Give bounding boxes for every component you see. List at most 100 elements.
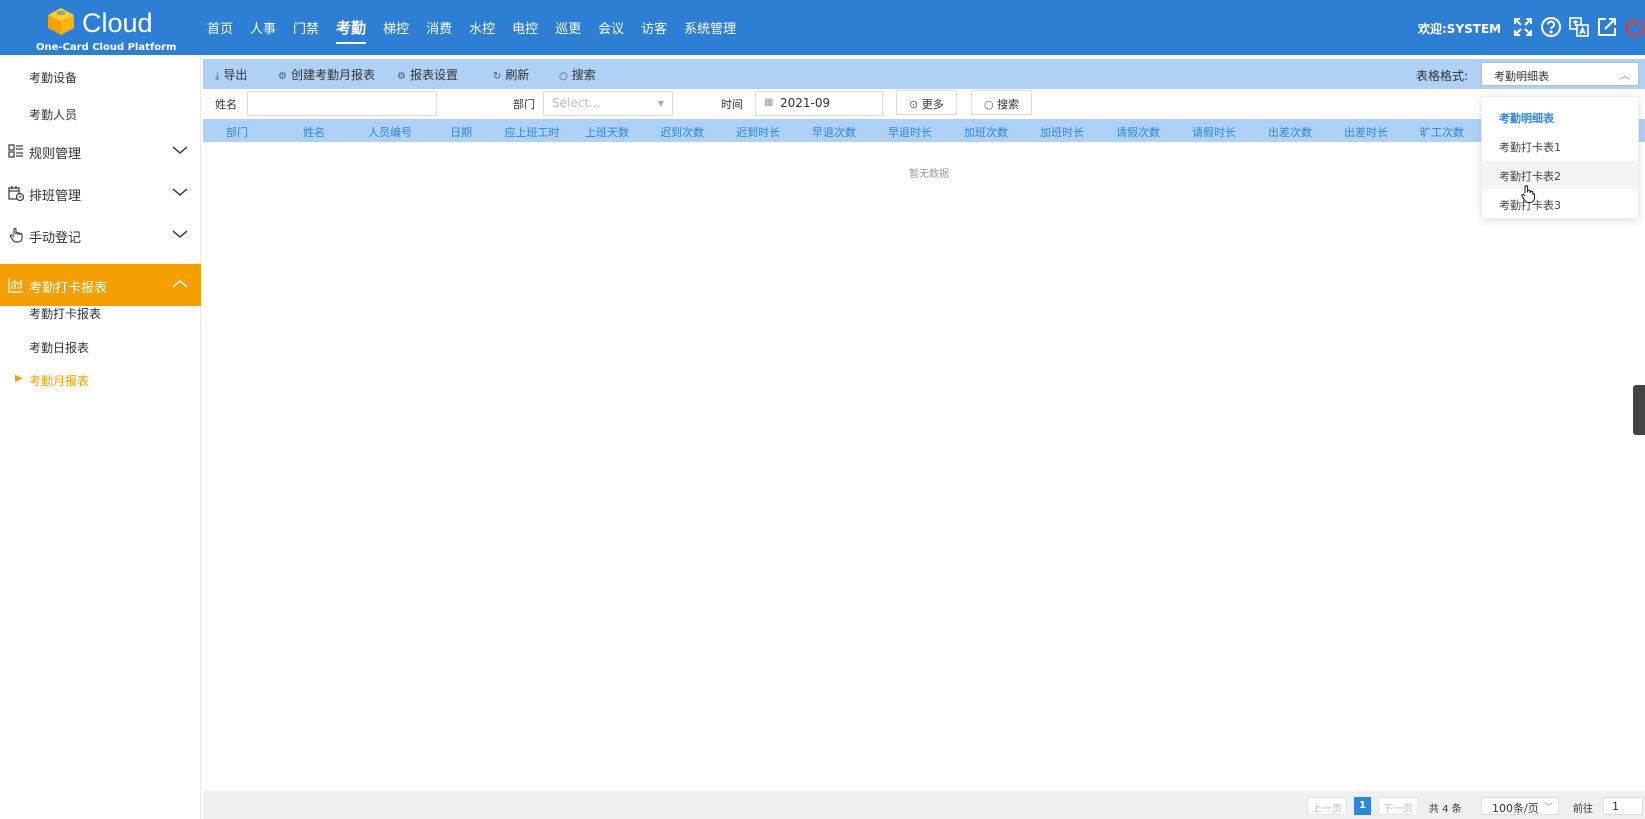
dept-label: 部门	[513, 98, 535, 111]
column-header[interactable]: 姓名	[303, 124, 325, 140]
nav-water[interactable]: 水控	[469, 18, 495, 37]
column-header[interactable]: 上班天数	[585, 124, 629, 140]
goto-page-input[interactable]: 1	[1603, 797, 1643, 815]
table-header: 部门 姓名 人员编号 日期 应上班工时 上班天数 迟到次数 迟到时长 早退次数 …	[203, 119, 1645, 142]
refresh-label: 刷新	[505, 68, 530, 82]
nav-consumption[interactable]: 消费	[426, 18, 452, 37]
filter-bar: 姓名 部门 Select... ▼ 时间 ▦ 2021-09 ⊙ 更多 ○ 搜索	[203, 89, 1645, 119]
fullscreen-icon[interactable]	[1512, 16, 1534, 38]
sidebar-group-rules[interactable]: 规则管理	[0, 130, 201, 172]
sidebar-group-schedule[interactable]: 排班管理	[0, 172, 201, 214]
side-drawer-handle[interactable]	[1633, 385, 1645, 435]
column-header[interactable]: 日期	[450, 124, 472, 140]
column-header[interactable]: 迟到时长	[736, 124, 780, 140]
sidebar-item-punch-report[interactable]: 考勤打卡报表	[29, 305, 101, 322]
column-header[interactable]: 旷工次数	[1420, 124, 1464, 140]
toolbar: ⤓ 导出 ⚙ 创建考勤月报表 ⚙ 报表设置 ↻ 刷新 ○ 搜索 表格格式: 考勤明细表 ︿	[203, 59, 1645, 89]
name-input[interactable]	[247, 91, 437, 116]
column-header[interactable]: 请假时长	[1192, 124, 1236, 140]
chart-icon	[8, 278, 23, 293]
column-header[interactable]: 请假次数	[1116, 124, 1160, 140]
sidebar-group-manual-register[interactable]: 手动登记	[0, 214, 201, 256]
sidebar-item-attendance-device[interactable]: 考勤设备	[29, 69, 77, 86]
format-option[interactable]: 考勤打卡表1	[1482, 132, 1638, 160]
current-marker-icon: ▶	[15, 373, 23, 384]
column-header[interactable]: 加班时长	[1040, 124, 1084, 140]
brand-logo[interactable]: Cloud One-Card Cloud Platform	[36, 4, 176, 53]
column-header[interactable]: 迟到次数	[660, 124, 704, 140]
column-header[interactable]: 人员编号	[368, 124, 412, 140]
refresh-icon: ↻	[493, 71, 502, 82]
search-icon: ○	[559, 71, 568, 82]
chevron-down-icon	[172, 230, 188, 238]
prev-page-button[interactable]: 上一页	[1307, 797, 1347, 815]
format-option[interactable]: 考勤打卡表3	[1482, 190, 1638, 218]
chevron-down-icon	[172, 146, 188, 154]
nav-access-control[interactable]: 门禁	[293, 18, 319, 37]
nav-visitor[interactable]: 访客	[641, 18, 667, 37]
nav-attendance[interactable]: 考勤	[336, 17, 367, 44]
chevron-up-icon: ︿	[1620, 71, 1630, 82]
column-header[interactable]: 加班次数	[964, 124, 1008, 140]
more-button[interactable]: ⊙ 更多	[896, 90, 957, 115]
hand-pointer-icon	[9, 227, 23, 243]
welcome-user: 欢迎:SYSTEM	[1418, 22, 1502, 36]
chevron-down-icon	[172, 188, 188, 196]
header-icons	[1512, 16, 1645, 38]
sidebar-group-attendance-report[interactable]: 考勤打卡报表	[0, 264, 201, 306]
create-monthly-report-button[interactable]: ⚙ 创建考勤月报表	[278, 66, 375, 83]
column-header[interactable]: 早退次数	[812, 124, 856, 140]
format-option[interactable]: 考勤明细表	[1482, 103, 1638, 131]
nav-patrol[interactable]: 巡更	[555, 18, 581, 37]
main-content: ⤓ 导出 ⚙ 创建考勤月报表 ⚙ 报表设置 ↻ 刷新 ○ 搜索 表格格式: 考勤明细表 ︿…	[201, 55, 1645, 819]
chevron-up-icon	[172, 280, 188, 288]
sidebar-item-daily-report[interactable]: 考勤日报表	[29, 339, 89, 356]
brand-name: Cloud	[82, 8, 153, 38]
sidebar-item-monthly-report[interactable]: 考勤月报表	[29, 372, 89, 389]
report-settings-button[interactable]: ⚙ 报表设置	[397, 66, 458, 83]
table-format-select[interactable]: 考勤明细表 ︿	[1481, 62, 1639, 86]
format-option[interactable]: 考勤打卡表2	[1482, 161, 1638, 189]
gear-icon: ⚙	[397, 71, 406, 82]
create-monthly-label: 创建考勤月报表	[290, 68, 375, 82]
toolbar-search-button[interactable]: ○ 搜索	[559, 66, 596, 83]
hand-cursor-icon	[1521, 185, 1535, 203]
column-header[interactable]: 出差时长	[1344, 124, 1388, 140]
power-icon[interactable]	[1624, 16, 1645, 38]
help-icon[interactable]	[1540, 16, 1562, 38]
schedule-calendar-icon	[8, 186, 24, 201]
nav-electric[interactable]: 电控	[512, 18, 538, 37]
external-link-icon[interactable]	[1596, 16, 1618, 38]
top-header: Cloud One-Card Cloud Platform 首页 人事 门禁 考…	[0, 0, 1645, 55]
page-size-select[interactable]: 100条/页 ﹀	[1481, 797, 1559, 815]
column-header[interactable]: 出差次数	[1268, 124, 1312, 140]
sidebar-group-label: 规则管理	[29, 147, 82, 162]
refresh-button[interactable]: ↻ 刷新	[493, 66, 529, 83]
format-dropdown-menu: 考勤明细表 考勤打卡表1 考勤打卡表2 考勤打卡表3	[1481, 96, 1639, 219]
more-icon: ⊙	[909, 98, 922, 111]
gear-icon: ⚙	[278, 71, 287, 82]
column-header[interactable]: 部门	[226, 124, 248, 140]
calendar-icon: ▦	[764, 97, 774, 108]
nav-elevator[interactable]: 梯控	[383, 18, 409, 37]
sidebar-item-attendance-staff[interactable]: 考勤人员	[29, 106, 77, 123]
export-button[interactable]: ⤓ 导出	[215, 66, 247, 83]
nav-personnel[interactable]: 人事	[250, 18, 276, 37]
brand-tagline: One-Card Cloud Platform	[36, 42, 177, 53]
column-header[interactable]: 早退时长	[888, 124, 932, 140]
filter-search-button[interactable]: ○ 搜索	[971, 90, 1033, 115]
goto-label: 前往	[1573, 804, 1593, 815]
sidebar: 考勤设备 考勤人员 规则管理 排班管理 手动登记 考勤打卡报表 考勤打卡报表 考…	[0, 55, 201, 819]
nav-meeting[interactable]: 会议	[598, 18, 624, 37]
sidebar-group-label: 排班管理	[29, 189, 82, 204]
nav-home[interactable]: 首页	[207, 18, 233, 37]
time-picker[interactable]: ▦ 2021-09	[755, 91, 883, 116]
next-page-button[interactable]: 下一页	[1378, 797, 1418, 815]
total-count: 共 4 条	[1429, 804, 1462, 815]
language-icon[interactable]	[1568, 16, 1590, 38]
format-label: 表格格式:	[1416, 69, 1469, 83]
dept-select[interactable]: Select... ▼	[543, 91, 673, 116]
nav-system[interactable]: 系统管理	[684, 18, 736, 37]
page-number-button[interactable]: 1	[1354, 797, 1371, 815]
column-header[interactable]: 应上班工时	[505, 124, 560, 140]
